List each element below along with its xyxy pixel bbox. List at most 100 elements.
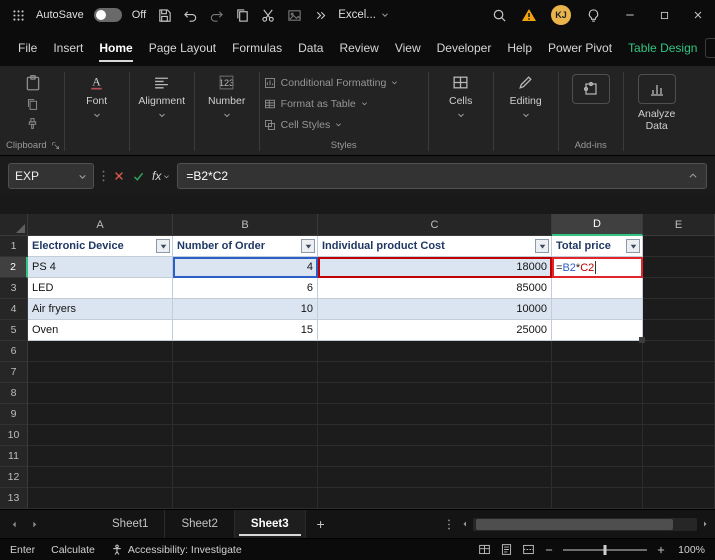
- column-header-b[interactable]: B: [173, 214, 318, 236]
- app-title[interactable]: Excel...: [338, 9, 390, 21]
- cell-a1[interactable]: Electronic Device: [28, 236, 173, 257]
- save-icon[interactable]: [156, 7, 172, 23]
- column-header-e[interactable]: E: [643, 214, 715, 236]
- row-header-6[interactable]: 6: [0, 341, 28, 362]
- horizontal-scrollbar[interactable]: [457, 510, 715, 538]
- row-header-3[interactable]: 3: [0, 278, 28, 299]
- avatar[interactable]: KJ: [551, 5, 571, 25]
- tab-data[interactable]: Data: [290, 30, 331, 66]
- search-icon[interactable]: [491, 7, 507, 23]
- comments-button[interactable]: [705, 38, 715, 58]
- sheet-scroll-left-icon[interactable]: [4, 514, 24, 534]
- cell-a2[interactable]: PS 4: [28, 257, 173, 278]
- alignment-menu-button[interactable]: Alignment: [134, 70, 190, 119]
- cancel-icon[interactable]: [113, 170, 125, 182]
- sheet-tab-sheet2[interactable]: Sheet2: [165, 510, 234, 538]
- zoom-slider[interactable]: [563, 549, 647, 551]
- row-header-8[interactable]: 8: [0, 383, 28, 404]
- scrollbar-track[interactable]: [473, 518, 697, 531]
- cell-b4[interactable]: 10: [173, 299, 318, 320]
- sheet-tab-sheet3[interactable]: Sheet3: [235, 510, 306, 538]
- maximize-button[interactable]: [647, 0, 681, 30]
- font-menu-button[interactable]: A Font: [69, 70, 125, 119]
- cell-c5[interactable]: 25000: [318, 320, 552, 341]
- sheet-scroll-right-icon[interactable]: [24, 514, 44, 534]
- calculate-indicator[interactable]: Calculate: [51, 544, 95, 556]
- cell-b2[interactable]: 4: [173, 257, 318, 278]
- cell-b5[interactable]: 15: [173, 320, 318, 341]
- tab-review[interactable]: Review: [331, 30, 386, 66]
- scroll-right-icon[interactable]: [697, 520, 713, 528]
- cell-styles-button[interactable]: Cell Styles: [264, 114, 424, 135]
- analyze-data-button[interactable]: Analyze Data: [628, 70, 686, 132]
- format-as-table-button[interactable]: Format as Table: [264, 93, 424, 114]
- zoom-slider-thumb[interactable]: [604, 545, 607, 555]
- tab-page-layout[interactable]: Page Layout: [141, 30, 224, 66]
- cell-c1[interactable]: Individual product Cost: [318, 236, 552, 257]
- tab-help[interactable]: Help: [499, 30, 540, 66]
- row-header-5[interactable]: 5: [0, 320, 28, 341]
- copy-icon[interactable]: [234, 7, 250, 23]
- cells-menu-button[interactable]: Cells: [433, 70, 489, 119]
- row-header-7[interactable]: 7: [0, 362, 28, 383]
- tab-insert[interactable]: Insert: [45, 30, 91, 66]
- warning-icon[interactable]: [521, 7, 537, 23]
- zoom-level[interactable]: 100%: [675, 544, 705, 556]
- tab-splitter-icon[interactable]: [441, 518, 457, 531]
- cell-a5[interactable]: Oven: [28, 320, 173, 341]
- normal-view-button[interactable]: [478, 543, 491, 556]
- editing-menu-button[interactable]: Editing: [498, 70, 554, 119]
- cell-a4[interactable]: Air fryers: [28, 299, 173, 320]
- picture-icon[interactable]: [286, 7, 302, 23]
- cell-c3[interactable]: 85000: [318, 278, 552, 299]
- row-header-9[interactable]: 9: [0, 404, 28, 425]
- scrollbar-thumb[interactable]: [476, 519, 673, 530]
- zoom-out-icon[interactable]: [544, 545, 554, 555]
- cell-d4[interactable]: [552, 299, 643, 320]
- enter-check-icon[interactable]: [132, 170, 145, 183]
- active-cell-d2[interactable]: =B2*C2: [552, 257, 643, 278]
- formula-input[interactable]: =B2*C2: [177, 163, 707, 189]
- more-commands-icon[interactable]: [312, 7, 328, 23]
- paste-button[interactable]: [10, 70, 56, 130]
- zoom-in-icon[interactable]: [656, 545, 666, 555]
- row-header-1[interactable]: 1: [0, 236, 28, 257]
- tab-developer[interactable]: Developer: [429, 30, 500, 66]
- accessibility-status[interactable]: Accessibility: Investigate: [111, 544, 242, 556]
- cell-d1[interactable]: Total price: [552, 236, 643, 257]
- filter-button-a1[interactable]: [156, 239, 170, 253]
- tab-formulas[interactable]: Formulas: [224, 30, 290, 66]
- insert-function-button[interactable]: fx: [152, 169, 170, 183]
- conditional-formatting-button[interactable]: Conditional Formatting: [264, 72, 424, 93]
- formula-bar-grip-icon[interactable]: [101, 169, 106, 183]
- redo-icon[interactable]: [208, 7, 224, 23]
- row-header-13[interactable]: 13: [0, 488, 28, 509]
- select-all-button[interactable]: [0, 214, 28, 236]
- number-menu-button[interactable]: 123 Number: [199, 70, 255, 119]
- column-header-c[interactable]: C: [318, 214, 552, 236]
- filter-button-d1[interactable]: [626, 239, 640, 253]
- scroll-left-icon[interactable]: [457, 520, 473, 528]
- sheet-tab-sheet1[interactable]: Sheet1: [96, 510, 165, 538]
- addins-button[interactable]: [563, 70, 619, 104]
- cut-icon[interactable]: [260, 7, 276, 23]
- cell-b3[interactable]: 6: [173, 278, 318, 299]
- app-launcher-icon[interactable]: [10, 7, 26, 23]
- page-layout-view-button[interactable]: [500, 543, 513, 556]
- name-box[interactable]: EXP: [8, 163, 94, 189]
- tab-home[interactable]: Home: [91, 30, 140, 66]
- row-header-10[interactable]: 10: [0, 425, 28, 446]
- row-header-4[interactable]: 4: [0, 299, 28, 320]
- tab-file[interactable]: File: [10, 30, 45, 66]
- cell-a3[interactable]: LED: [28, 278, 173, 299]
- new-sheet-button[interactable]: +: [306, 510, 336, 538]
- column-header-d[interactable]: D: [552, 214, 643, 236]
- cell-d5[interactable]: [552, 320, 643, 341]
- lightbulb-icon[interactable]: [585, 7, 601, 23]
- minimize-button[interactable]: [613, 0, 647, 30]
- cell-area[interactable]: Electronic Device Number of Order Indivi…: [28, 236, 715, 509]
- row-header-2[interactable]: 2: [0, 257, 28, 278]
- undo-icon[interactable]: [182, 7, 198, 23]
- close-button[interactable]: [681, 0, 715, 30]
- table-resize-handle[interactable]: [639, 337, 645, 343]
